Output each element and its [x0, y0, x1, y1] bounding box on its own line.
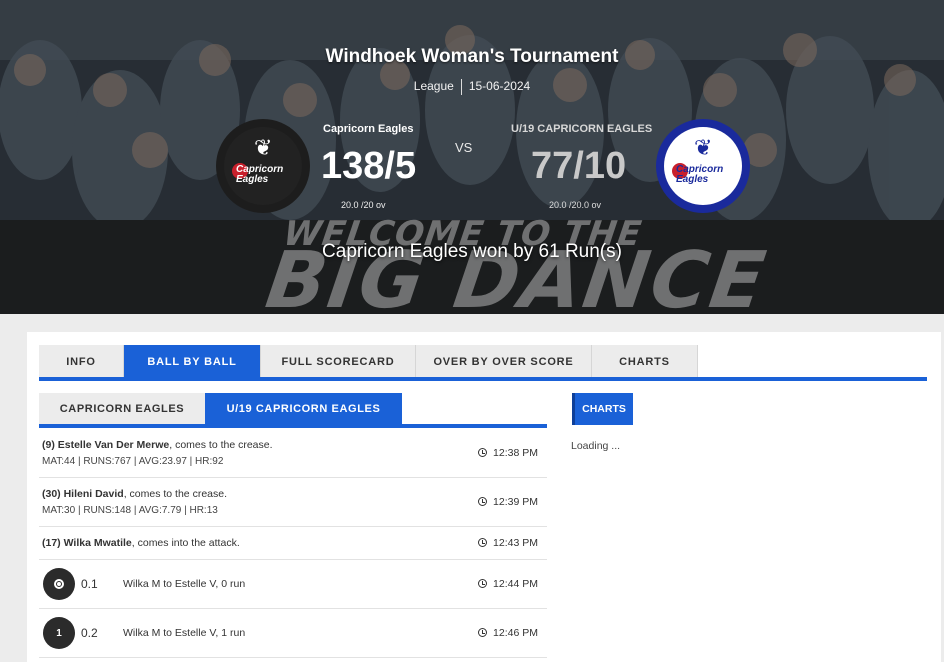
tab-ball-by-ball[interactable]: BALL BY BALL — [124, 345, 261, 378]
tabs-underline — [39, 377, 927, 381]
event-time: 12:38 PM — [493, 447, 538, 459]
subtab-u19-capricorn-eagles[interactable]: U/19 CAPRICORN EAGLES — [205, 393, 402, 424]
team-a-logo[interactable]: ❦ Capricorn Eagles — [216, 119, 310, 213]
list-item: (30) Hileni David, comes to the crease. … — [39, 478, 547, 527]
over-number: 0.1 — [81, 577, 98, 591]
player-name: (17) Wilka Mwatile — [42, 537, 132, 549]
clock-icon — [478, 538, 488, 547]
event-action: , comes into the attack. — [131, 537, 240, 549]
match-stage: League — [413, 79, 454, 94]
versus-label: VS — [455, 140, 473, 155]
tab-charts[interactable]: CHARTS — [592, 345, 698, 378]
team-a-logo-text: Capricorn Eagles — [236, 164, 284, 185]
dot-ball-icon — [54, 579, 64, 589]
eagle-icon: ❦ — [254, 135, 273, 160]
tab-info[interactable]: INFO — [39, 345, 124, 378]
match-details-panel: INFO BALL BY BALL FULL SCORECARD OVER BY… — [27, 332, 941, 662]
clock-icon — [478, 448, 488, 457]
team-b-score: 77/10 — [531, 145, 627, 187]
subtabs-underline — [39, 424, 547, 428]
eagle-icon: ❦ — [694, 135, 713, 160]
team-a-name: Capricorn Eagles — [323, 123, 414, 135]
ball-description: Wilka M to Estelle V, 0 run — [123, 578, 246, 590]
list-item: (9) Estelle Van Der Merwe, comes to the … — [39, 429, 547, 478]
event-time: 12:44 PM — [493, 578, 538, 590]
innings-tabs: CAPRICORN EAGLES U/19 CAPRICORN EAGLES — [39, 393, 402, 424]
tab-over-by-over-score[interactable]: OVER BY OVER SCORE — [416, 345, 592, 378]
over-number: 0.2 — [81, 626, 98, 640]
clock-icon — [478, 628, 488, 637]
event-time: 12:39 PM — [493, 496, 538, 508]
runs-badge: 1 — [43, 617, 75, 649]
event-action: , comes to the crease. — [169, 439, 273, 451]
tournament-title: Windhoek Woman's Tournament — [325, 46, 619, 67]
team-b-name: U/19 CAPRICORN EAGLES — [511, 123, 653, 135]
match-date: 15-06-2024 — [468, 79, 531, 94]
team-a-overs: 20.0 /20 ov — [341, 200, 386, 210]
charts-loading-text: Loading ... — [571, 440, 621, 452]
player-stats: MAT:44 | RUNS:767 | AVG:23.97 | HR:92 — [42, 456, 224, 467]
list-item: 1 0.2 Wilka M to Estelle V, 1 run 12:46 … — [39, 609, 547, 658]
player-stats: MAT:30 | RUNS:148 | AVG:7.79 | HR:13 — [42, 505, 218, 516]
team-b-logo[interactable]: ❦ Capricorn Eagles — [656, 119, 750, 213]
list-item: 0.1 Wilka M to Estelle V, 0 run 12:44 PM — [39, 560, 547, 609]
subtab-capricorn-eagles[interactable]: CAPRICORN EAGLES — [39, 393, 205, 424]
team-b-logo-text: Capricorn Eagles — [676, 164, 724, 185]
ball-by-ball-feed: (9) Estelle Van Der Merwe, comes to the … — [39, 429, 547, 658]
player-name: (9) Estelle Van Der Merwe — [42, 439, 170, 451]
event-action: , comes to the crease. — [123, 488, 228, 500]
ball-description: Wilka M to Estelle V, 1 run — [123, 627, 246, 639]
match-meta: League 15-06-2024 — [0, 79, 944, 95]
match-result: Capricorn Eagles won by 61 Run(s) — [322, 241, 622, 262]
clock-icon — [478, 579, 488, 588]
charts-heading: CHARTS — [572, 393, 633, 425]
player-name: (30) Hileni David — [42, 488, 124, 500]
dot-ball-badge — [43, 568, 75, 600]
meta-divider — [460, 79, 462, 95]
team-a-score: 138/5 — [321, 145, 417, 187]
list-item: (17) Wilka Mwatile, comes into the attac… — [39, 527, 547, 560]
event-time: 12:43 PM — [493, 537, 538, 549]
match-hero: WELCOME TO THE BIG DANCE Windhoek Woman'… — [0, 0, 944, 314]
tab-full-scorecard[interactable]: FULL SCORECARD — [261, 345, 416, 378]
clock-icon — [478, 497, 488, 506]
team-b-overs: 20.0 /20.0 ov — [549, 200, 602, 210]
event-time: 12:46 PM — [493, 627, 538, 639]
main-tabs: INFO BALL BY BALL FULL SCORECARD OVER BY… — [39, 345, 698, 379]
